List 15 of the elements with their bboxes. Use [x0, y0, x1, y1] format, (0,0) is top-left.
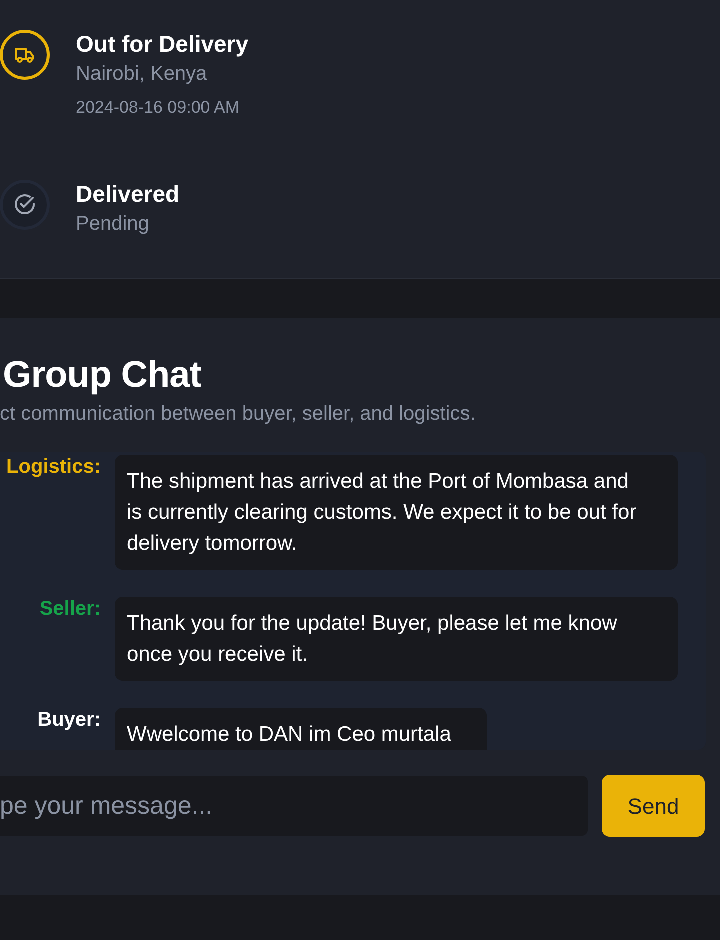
message-bubble: Wwelcome to DAN im Ceo murtala	[115, 708, 488, 750]
chat-subtitle: ct communication between buyer, seller, and logistics.	[0, 402, 477, 427]
message-bubble: The shipment has arrived at the Port of Mombasa and is currently clearing customs. We expect it to be out for delivery tomorrow.	[115, 455, 678, 570]
sender-label: Logistics:	[6, 455, 101, 480]
sender-label: Buyer:	[36, 708, 101, 733]
step-title: Out for Delivery	[76, 30, 249, 59]
chat-title: Group Chat	[2, 353, 202, 397]
message-input[interactable]: pe your message...	[0, 776, 588, 836]
step-time: 2024-08-16 09:00 AM	[76, 97, 241, 119]
step-location: Nairobi, Kenya	[76, 62, 208, 87]
message-bubble: Thank you for the update! Buyer, please let me know once you receive it.	[115, 597, 678, 681]
step-title: Delivered	[76, 180, 180, 209]
sender-label: Seller:	[38, 597, 101, 622]
send-button[interactable]: Send	[602, 775, 705, 837]
step-location: Pending	[76, 212, 150, 237]
